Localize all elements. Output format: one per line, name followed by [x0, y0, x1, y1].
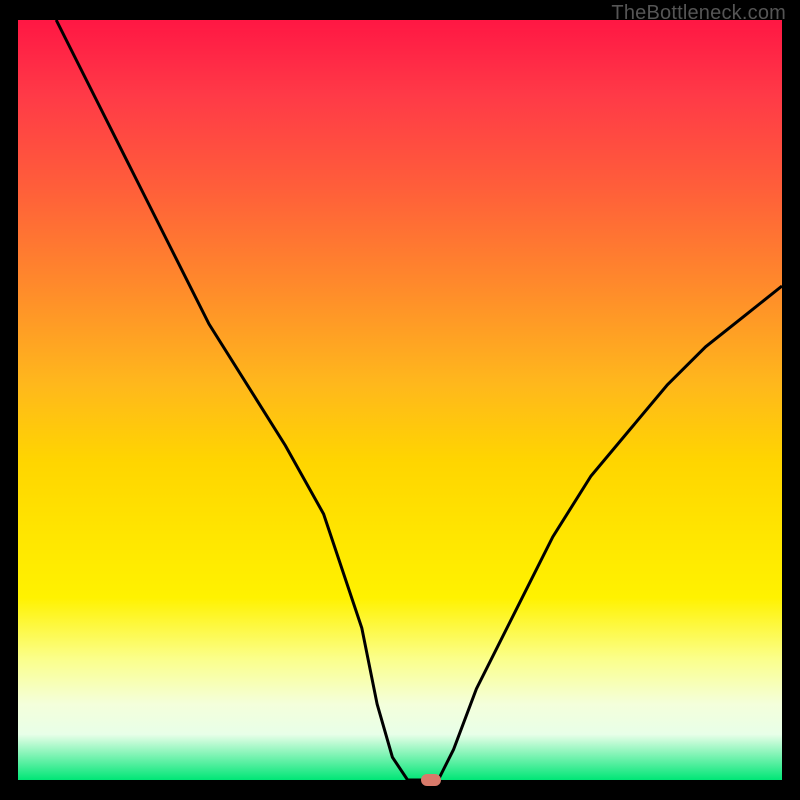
watermark-text: TheBottleneck.com: [611, 2, 786, 25]
chart-plot-area: [18, 20, 782, 780]
optimal-marker: [421, 774, 441, 786]
bottleneck-curve: [18, 20, 782, 780]
